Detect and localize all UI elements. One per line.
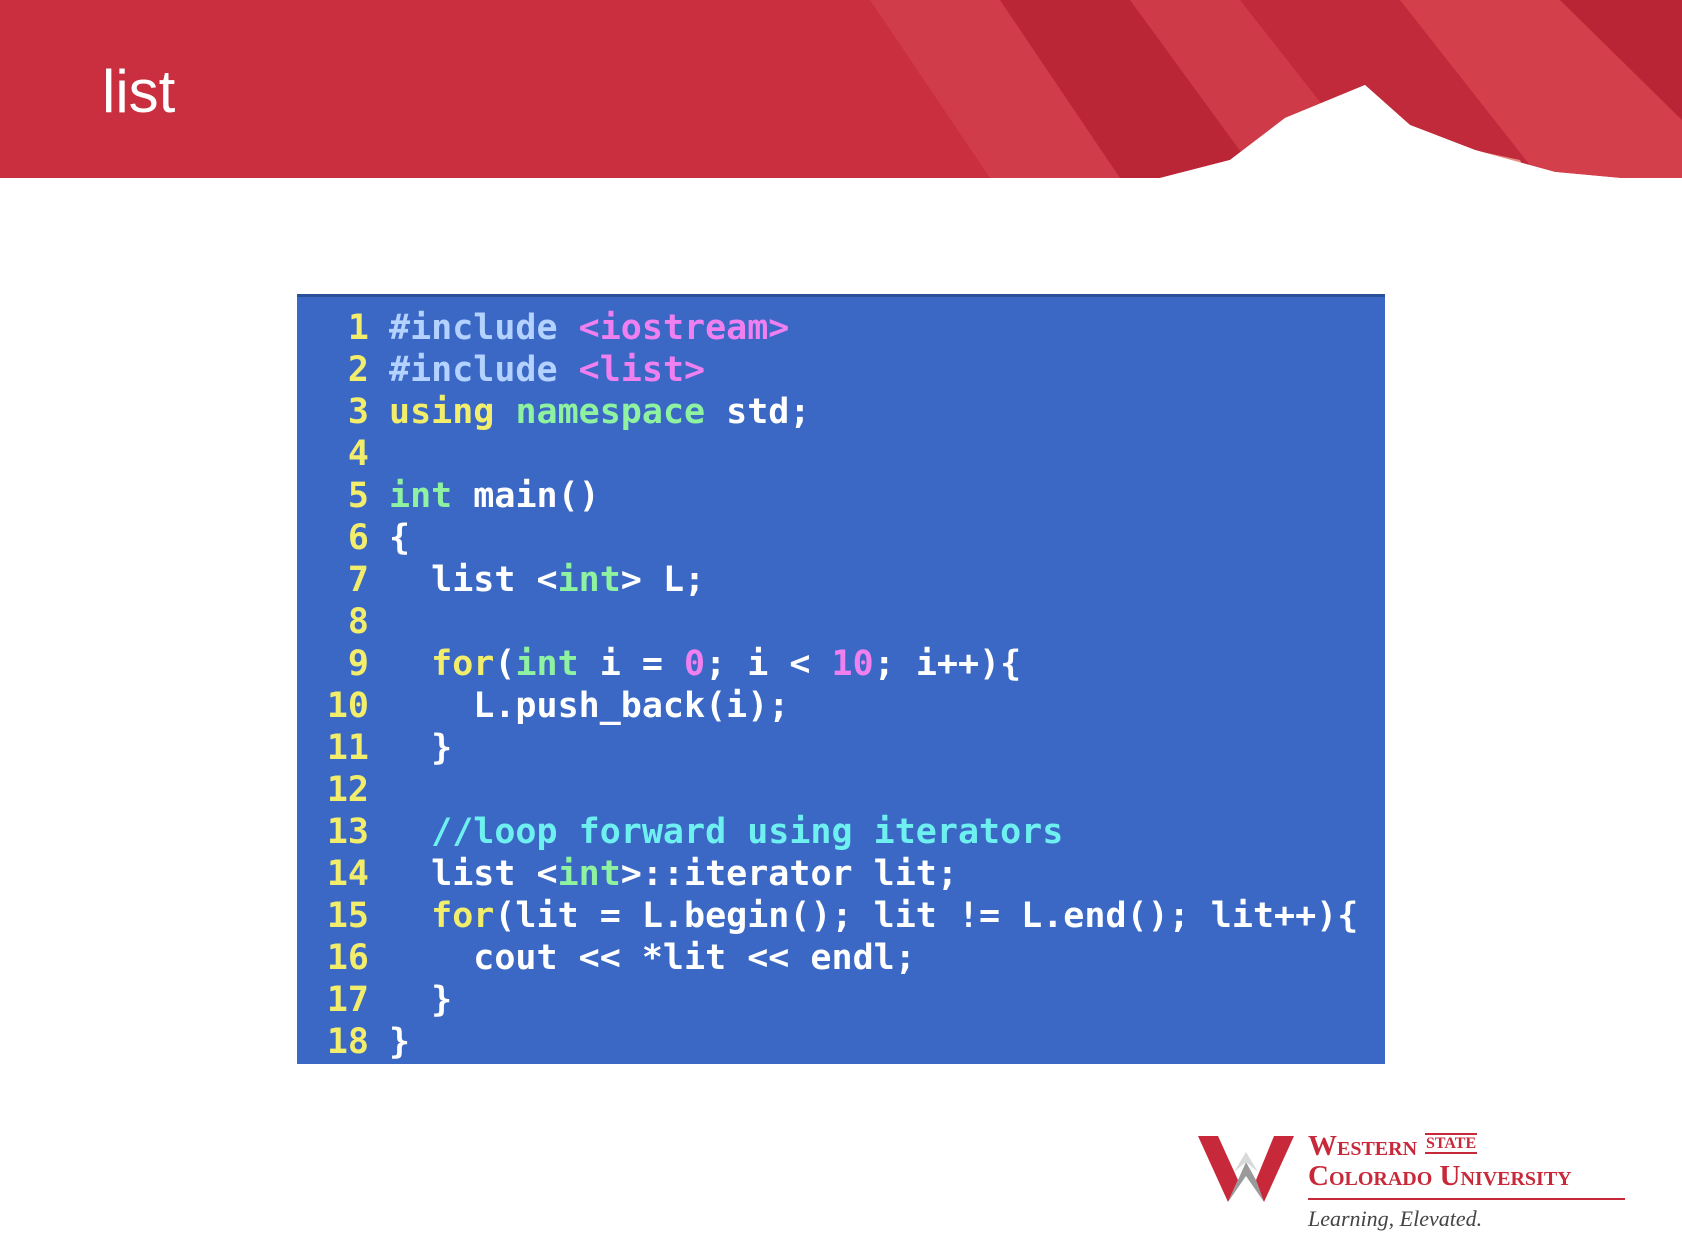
line-number: 14 bbox=[326, 854, 369, 894]
line-number: 7 bbox=[347, 560, 369, 600]
line-number: 16 bbox=[326, 938, 369, 978]
code-token: ; i < bbox=[705, 644, 832, 684]
line-number: 5 bbox=[347, 476, 369, 516]
code-token: int bbox=[515, 644, 600, 684]
code-line-6: 6{ bbox=[297, 517, 410, 559]
line-number: 11 bbox=[326, 728, 369, 768]
code-line-10: 10 L.push_back(i); bbox=[297, 685, 790, 727]
code-token: (lit = L.begin(); lit != L.end(); lit++)… bbox=[494, 896, 1359, 936]
code-token: using bbox=[389, 392, 516, 432]
code-token: i = bbox=[599, 644, 685, 684]
code-line-16: 16 cout << *lit << endl; bbox=[297, 937, 916, 979]
line-number: 13 bbox=[326, 812, 369, 852]
code-token: > L; bbox=[620, 560, 706, 600]
code-token: } bbox=[389, 1022, 411, 1062]
line-number: 10 bbox=[326, 686, 369, 726]
code-token: list < bbox=[389, 854, 558, 894]
code-token: } bbox=[389, 728, 453, 768]
line-number: 2 bbox=[347, 350, 369, 390]
header-banner bbox=[0, 0, 1682, 260]
line-number: 12 bbox=[326, 770, 369, 810]
code-token: 0 bbox=[684, 644, 706, 684]
university-logo: Western STATE Colorado University Learnin… bbox=[1198, 1130, 1638, 1240]
line-number: 3 bbox=[347, 392, 369, 432]
code-line-18: 18} bbox=[297, 1021, 410, 1063]
code-token: //loop forward using iterators bbox=[389, 812, 1064, 852]
code-token: int bbox=[389, 476, 474, 516]
code-line-14: 14 list <int>::iterator lit; bbox=[297, 853, 958, 895]
logo-divider bbox=[1308, 1198, 1625, 1200]
code-line-11: 11 } bbox=[297, 727, 452, 769]
code-token: int bbox=[557, 560, 621, 600]
code-token: 10 bbox=[831, 644, 874, 684]
code-line-1: 1 #include <iostream> bbox=[297, 307, 789, 349]
code-line-7: 7 list <int> L; bbox=[297, 559, 705, 601]
code-token: <iostream> bbox=[578, 308, 790, 348]
logo-western: Western bbox=[1308, 1130, 1418, 1162]
code-line-13: 13 //loop forward using iterators bbox=[297, 811, 1063, 853]
line-number: 18 bbox=[326, 1022, 369, 1062]
line-number: 4 bbox=[347, 434, 369, 474]
line-number: 1 bbox=[347, 308, 369, 348]
code-line-12: 12 bbox=[297, 769, 389, 811]
code-token: #include bbox=[389, 308, 579, 348]
code-token: for bbox=[389, 644, 495, 684]
code-token: for bbox=[389, 896, 495, 936]
code-token: >::iterator lit; bbox=[620, 854, 958, 894]
logo-name-line1: Western STATE bbox=[1308, 1130, 1478, 1162]
line-number: 6 bbox=[347, 518, 369, 558]
code-token: std; bbox=[726, 392, 811, 432]
code-line-5: 5 int main() bbox=[297, 475, 600, 517]
code-token: } bbox=[389, 980, 453, 1020]
code-token: <list> bbox=[578, 350, 706, 390]
line-number: 8 bbox=[347, 602, 369, 642]
slide-title: list bbox=[102, 58, 176, 125]
code-token: L.push_back(i); bbox=[389, 686, 790, 726]
code-panel: 1 #include <iostream> 2 #include <list> 3 usi… bbox=[297, 294, 1385, 1064]
code-line-17: 17 } bbox=[297, 979, 452, 1021]
code-line-4: 4 bbox=[297, 433, 389, 475]
code-token: main() bbox=[473, 476, 600, 516]
code-line-2: 2 #include <list> bbox=[297, 349, 705, 391]
logo-tagline: Learning, Elevated. bbox=[1308, 1206, 1483, 1231]
code-token: list < bbox=[389, 560, 558, 600]
logo-name-line2: Colorado University bbox=[1308, 1160, 1572, 1192]
code-line-15: 15 for(lit = L.begin(); lit != L.end(); … bbox=[297, 895, 1358, 937]
code-token: #include bbox=[389, 350, 579, 390]
w-mountain-logo-icon bbox=[1198, 1136, 1294, 1202]
code-token: cout << *lit << endl; bbox=[389, 938, 916, 978]
code-token: namespace bbox=[515, 392, 727, 432]
line-number: 15 bbox=[326, 896, 369, 936]
code-token: ; i++){ bbox=[873, 644, 1022, 684]
line-number: 9 bbox=[347, 644, 369, 684]
logo-state: STATE bbox=[1425, 1133, 1478, 1154]
slide: list 1 #include <iostream> 2 #include <list… bbox=[0, 0, 1682, 1258]
code-line-3: 3 using namespace std; bbox=[297, 391, 811, 433]
code-token: { bbox=[389, 518, 411, 558]
code-token: int bbox=[557, 854, 621, 894]
code-line-9: 9 for(int i = 0; i < 10; i++){ bbox=[297, 643, 1021, 685]
line-number: 17 bbox=[326, 980, 369, 1020]
code-token: ( bbox=[494, 644, 516, 684]
code-line-8: 8 bbox=[297, 601, 389, 643]
